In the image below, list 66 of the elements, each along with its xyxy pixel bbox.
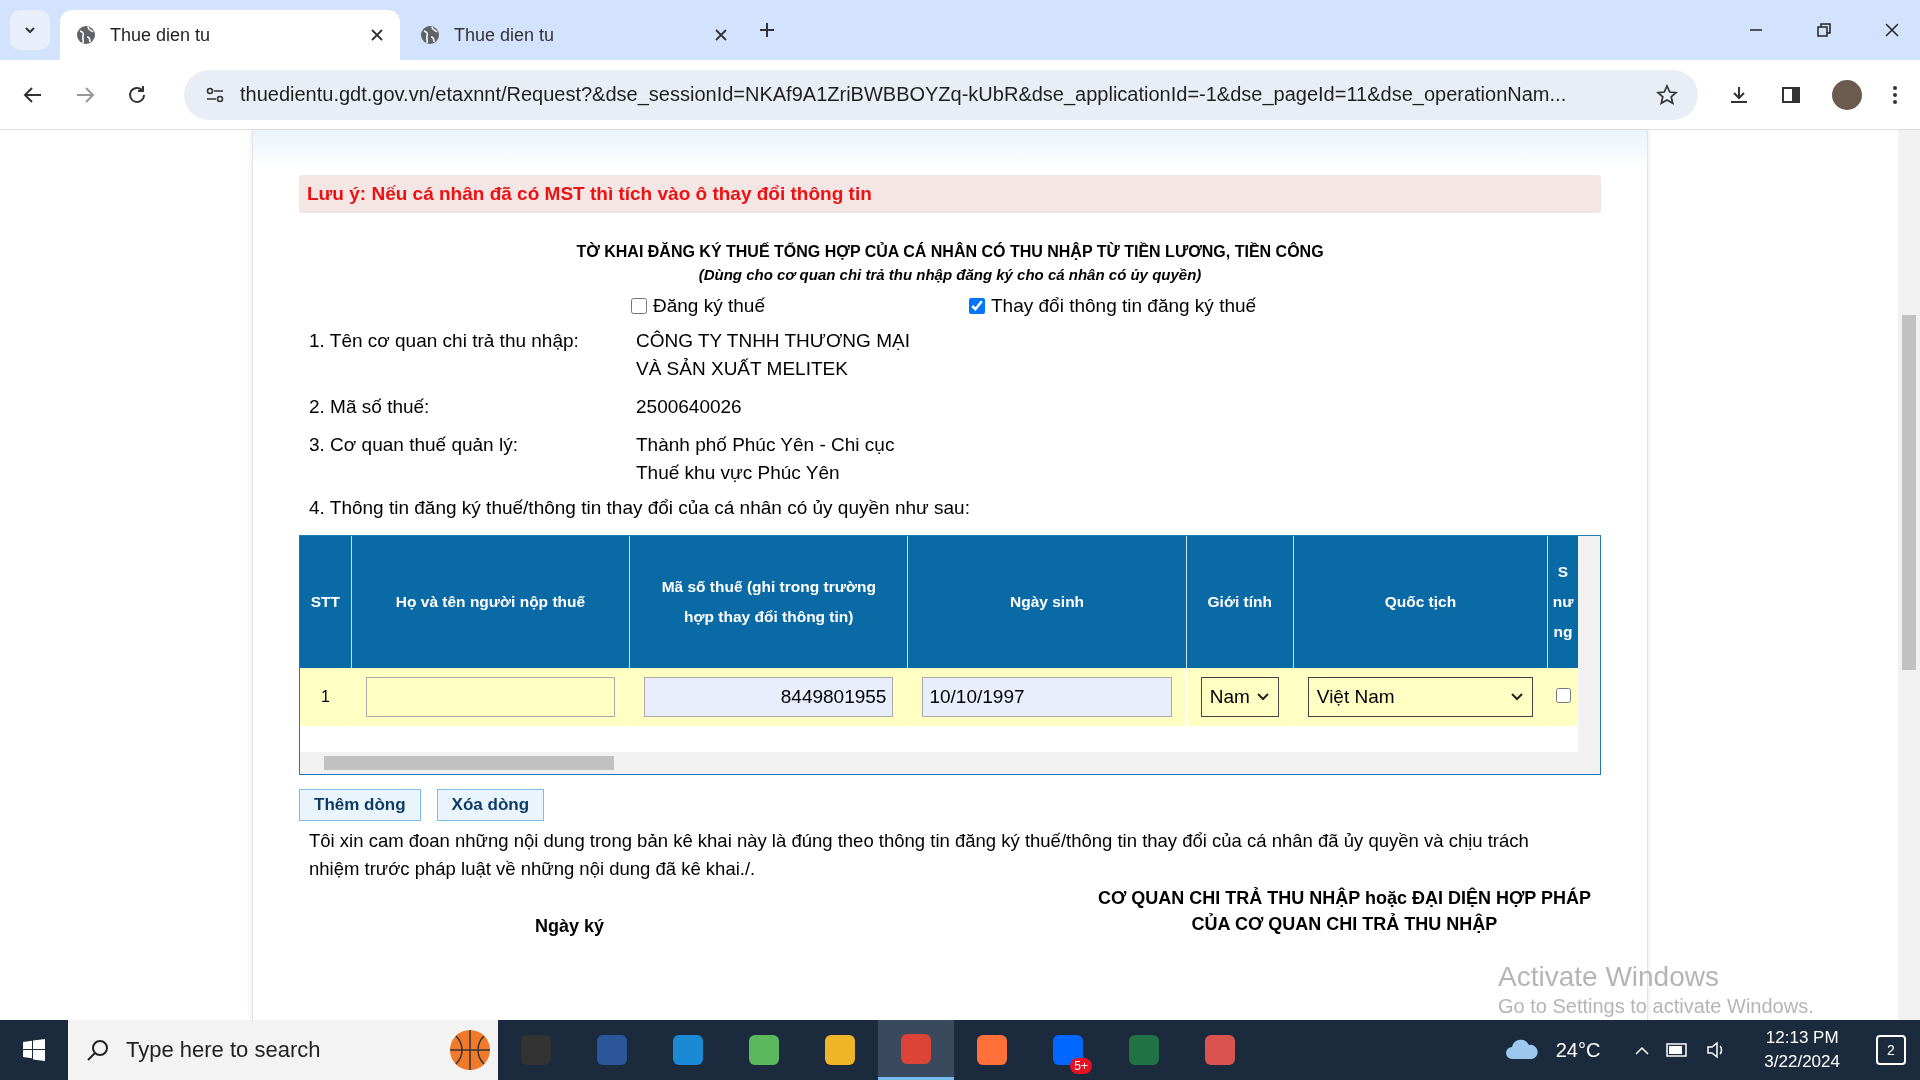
vertical-scrollbar[interactable] — [1578, 536, 1600, 774]
browser-tab[interactable]: Thue dien tu — [60, 10, 400, 60]
basketball-icon — [448, 1028, 492, 1072]
horizontal-scrollbar[interactable] — [300, 752, 1578, 774]
new-tab-icon[interactable] — [758, 21, 776, 39]
column-header: Ngày sinh — [907, 536, 1187, 668]
section-heading: 4. Thông tin đăng ký thuế/thông tin thay đổi của cá nhân có ủy quyền như sau: — [308, 497, 971, 519]
close-icon[interactable] — [370, 28, 384, 42]
row-button[interactable]: Thêm dòng — [299, 789, 421, 821]
field-label: 1. Tên cơ quan chi trả thu nhập: — [309, 329, 580, 353]
sign-date-label: Ngày ký — [535, 916, 605, 937]
field-value: Thành phố Phúc Yên - Chi cục Thuế khu vực Phúc Yên — [636, 433, 895, 485]
field-value: 2500640026 — [636, 395, 742, 419]
reload-icon[interactable] — [126, 83, 148, 106]
restore-icon[interactable] — [1816, 22, 1832, 38]
form-title: TỜ KHAI ĐĂNG KÝ THUẾ TỔNG HỢP CỦA CÁ NHÂN CÓ THU NHẬP TỪ TIỀN LƯƠNG, TIỀN CÔNG — [575, 243, 1325, 261]
chevron-down-icon — [1510, 692, 1525, 702]
notification-button[interactable]: 2 — [1876, 1035, 1906, 1065]
column-header: Quốc tịch — [1293, 536, 1548, 668]
taskbar-app-icon[interactable] — [878, 1020, 954, 1080]
text-input[interactable]: 8449801955 — [644, 677, 894, 717]
column-header: S nư ng — [1547, 536, 1578, 668]
chevron-down-icon — [1255, 692, 1270, 702]
clock-date: 3/22/2024 — [1764, 1051, 1840, 1073]
declaration-text: Tôi xin cam đoan những nội dung trong bản kê khai này là đúng theo thông tin đăng ký thuế/thông tin thay đổi của cá nhân đã ủy quyền và chịu trách nhiệm trước pháp luật về những nội dung đã kê khai./. — [308, 829, 1530, 881]
windows-start-icon[interactable] — [22, 1038, 46, 1062]
dropdown[interactable]: Nam — [1200, 677, 1279, 717]
text-input[interactable] — [365, 677, 616, 717]
form-subtitle: (Dùng cho cơ quan chi trả thu nhập đăng ký cho cá nhân có ủy quyền) — [697, 266, 1203, 283]
checkbox[interactable] — [631, 298, 647, 314]
field-label: 3. Cơ quan thuế quản lý: — [309, 433, 519, 457]
column-header: Họ và tên người nộp thuế — [351, 536, 630, 668]
close-icon[interactable] — [1884, 22, 1900, 38]
notification-badge: 5+ — [1070, 1058, 1092, 1074]
text-input[interactable]: 10/10/1997 — [922, 677, 1172, 717]
row-number: 1 — [320, 688, 330, 705]
globe-icon — [76, 25, 96, 45]
clock-time: 12:13 PM — [1765, 1027, 1839, 1049]
cloud-icon — [1503, 1039, 1540, 1061]
profile-avatar[interactable] — [1832, 79, 1862, 110]
activation-subtitle: Go to Settings to activate Windows. — [1498, 995, 1814, 1018]
browser-tab[interactable]: Thue dien tu — [404, 10, 744, 60]
temperature: 24°C — [1555, 1038, 1601, 1062]
signer-heading: CƠ QUAN CHI TRẢ THU NHẬP hoặc ĐẠI DIỆN HỢP PHÁP CỦA CƠ QUAN CHI TRẢ THU NHẬP — [1097, 886, 1591, 936]
notice-banner: Lưu ý: Nếu cá nhân đã có MST thì tích vào ô thay đổi thông tin — [299, 175, 1601, 213]
close-icon[interactable] — [714, 28, 728, 42]
checkbox[interactable] — [969, 298, 985, 314]
field-label: 2. Mã số thuế: — [309, 395, 431, 419]
taskbar-search-field[interactable]: Type here to search — [68, 1020, 498, 1080]
chevron-up-icon[interactable] — [1634, 1044, 1651, 1056]
checkbox-label: Đăng ký thuế — [653, 295, 765, 317]
field-value: CÔNG TY TNHH THƯƠNG MẠI VÀ SẢN XUẤT MELITEK — [636, 329, 910, 381]
column-header: Giới tính — [1186, 536, 1294, 668]
dropdown[interactable]: Việt Nam — [1307, 677, 1534, 717]
column-header: Mã số thuế (ghi trong trường hợp thay đổi thông tin) — [629, 536, 908, 668]
checkbox-label: Thay đổi thông tin đăng ký thuế — [991, 295, 1257, 317]
checkbox[interactable] — [1555, 687, 1571, 703]
address-bar[interactable]: thuedientu.gdt.gov.vn/etaxnnt/Request?&dse_sessionId=NKAf9A1ZriBWBBOYZq-kUbR&dse_applicationId=-1&dse_pageId=11&dse_operationNam... — [184, 69, 1698, 120]
search-icon — [86, 1038, 110, 1062]
activation-title: Activate Windows — [1498, 961, 1720, 993]
row-button[interactable]: Xóa dòng — [436, 789, 545, 821]
star-icon[interactable] — [1656, 83, 1678, 106]
more-icon[interactable] — [1892, 83, 1898, 106]
globe-icon — [420, 25, 440, 45]
page-scrollbar[interactable] — [1898, 130, 1920, 1020]
column-header: STT — [300, 536, 352, 668]
